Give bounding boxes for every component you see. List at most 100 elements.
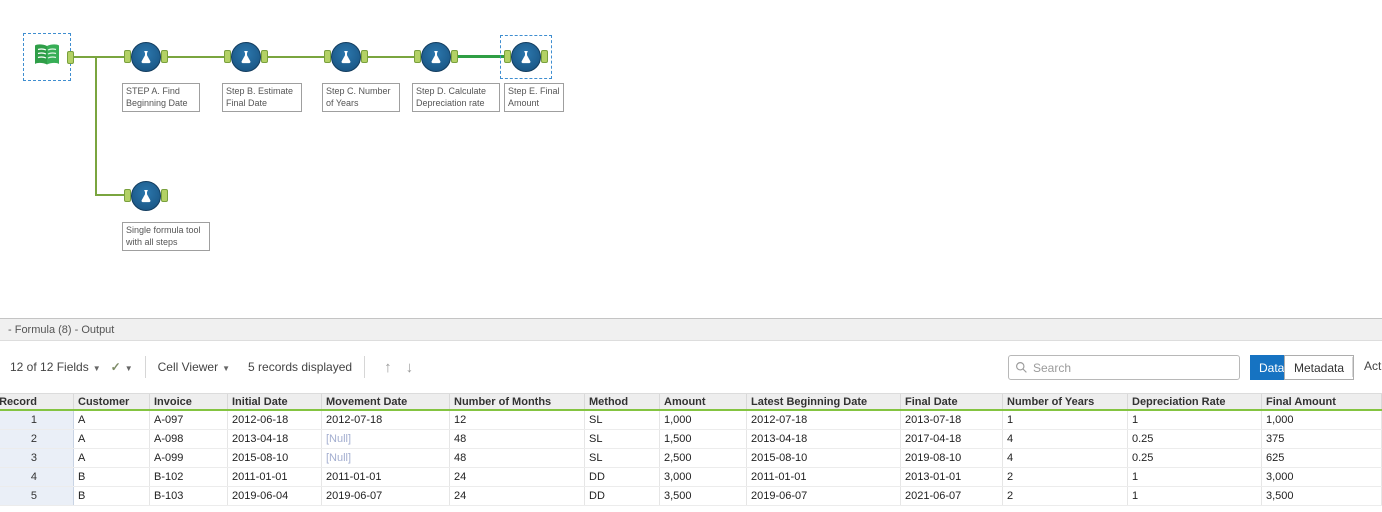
table-cell[interactable]: 24 (450, 487, 585, 505)
table-cell[interactable]: 2013-01-01 (901, 468, 1003, 486)
table-cell[interactable]: 2011-01-01 (228, 468, 322, 486)
table-cell[interactable]: 48 (450, 449, 585, 467)
table-cell[interactable]: 3,500 (660, 487, 747, 505)
table-cell[interactable]: 2011-01-01 (322, 468, 450, 486)
workflow-canvas[interactable]: STEP A. Find Beginning Date Step B. Esti… (0, 0, 1382, 318)
table-cell[interactable]: 2019-06-07 (322, 487, 450, 505)
table-cell[interactable]: 1,000 (1262, 411, 1382, 429)
column-header[interactable]: Depreciation Rate (1128, 394, 1262, 409)
column-header[interactable]: Invoice (150, 394, 228, 409)
table-cell[interactable]: 2 (1003, 487, 1128, 505)
formula-tool-single[interactable] (124, 181, 168, 211)
table-cell[interactable]: B (74, 487, 150, 505)
table-cell[interactable]: 3,000 (1262, 468, 1382, 486)
table-cell[interactable]: 48 (450, 430, 585, 448)
table-cell[interactable]: B-103 (150, 487, 228, 505)
table-cell[interactable]: A-099 (150, 449, 228, 467)
output-anchor[interactable] (161, 189, 168, 202)
table-cell[interactable]: 4 (1003, 449, 1128, 467)
input-anchor[interactable] (124, 189, 131, 202)
table-cell[interactable]: 3,500 (1262, 487, 1382, 505)
table-row[interactable]: 4 B B-102 2011-01-01 2011-01-01 24 DD 3,000 2011… (0, 468, 1382, 487)
search-box[interactable] (1008, 355, 1240, 380)
table-cell[interactable]: 2015-08-10 (747, 449, 901, 467)
column-header[interactable]: Method (585, 394, 660, 409)
table-cell[interactable]: 2013-07-18 (901, 411, 1003, 429)
tool-annotation[interactable]: Step D. Calculate Depreciation rate (412, 83, 500, 113)
tool-annotation[interactable]: Step C. Number of Years (322, 83, 400, 113)
column-header[interactable]: Initial Date (228, 394, 322, 409)
tool-annotation[interactable]: Single formula tool with all steps (122, 222, 210, 252)
search-input[interactable] (1033, 360, 1233, 375)
table-cell[interactable]: 24 (450, 468, 585, 486)
table-cell[interactable]: [Null] (322, 430, 450, 448)
connection-wire[interactable] (168, 56, 224, 58)
column-header[interactable]: Final Amount (1262, 394, 1382, 409)
table-cell[interactable]: 0.25 (1128, 430, 1262, 448)
table-cell[interactable]: A-098 (150, 430, 228, 448)
table-cell[interactable]: A (74, 430, 150, 448)
table-cell[interactable]: SL (585, 449, 660, 467)
column-header[interactable]: Number of Years (1003, 394, 1128, 409)
formula-tool-step-e[interactable] (504, 42, 548, 72)
input-anchor[interactable] (414, 50, 421, 63)
record-number-cell[interactable]: 2 (0, 430, 74, 448)
column-header[interactable]: Number of Months (450, 394, 585, 409)
table-cell[interactable]: 2013-04-18 (228, 430, 322, 448)
table-cell[interactable]: SL (585, 430, 660, 448)
table-cell[interactable]: 0.25 (1128, 449, 1262, 467)
table-cell[interactable]: 1 (1128, 468, 1262, 486)
arrow-down-icon[interactable]: ↓ (406, 359, 414, 376)
connection-wire[interactable] (95, 56, 97, 196)
input-anchor[interactable] (504, 50, 511, 63)
table-cell[interactable]: 2017-04-18 (901, 430, 1003, 448)
formula-tool-step-a[interactable] (124, 42, 168, 72)
connection-wire[interactable] (95, 194, 124, 196)
table-row[interactable]: 2 A A-098 2013-04-18 [Null] 48 SL 1,500 2013-04-… (0, 430, 1382, 449)
table-cell[interactable]: 1 (1128, 411, 1262, 429)
column-header[interactable]: Movement Date (322, 394, 450, 409)
table-cell[interactable]: 12 (450, 411, 585, 429)
tool-annotation[interactable]: Step B. Estimate Final Date (222, 83, 302, 113)
column-header[interactable]: Customer (74, 394, 150, 409)
record-number-cell[interactable]: 1 (0, 411, 74, 429)
output-anchor[interactable] (67, 51, 74, 64)
column-header[interactable]: Final Date (901, 394, 1003, 409)
connection-wire[interactable] (72, 56, 97, 58)
table-cell[interactable]: 2,500 (660, 449, 747, 467)
input-anchor[interactable] (324, 50, 331, 63)
table-row[interactable]: 5 B B-103 2019-06-04 2019-06-07 24 DD 3,500 2019… (0, 487, 1382, 506)
table-cell[interactable]: 2012-06-18 (228, 411, 322, 429)
formula-tool-step-b[interactable] (224, 42, 268, 72)
actions-button[interactable]: Actions (1364, 359, 1382, 373)
table-cell[interactable]: 2019-06-04 (228, 487, 322, 505)
table-cell[interactable]: 3,000 (660, 468, 747, 486)
table-cell[interactable]: 2012-07-18 (747, 411, 901, 429)
table-cell[interactable]: A-097 (150, 411, 228, 429)
output-anchor[interactable] (261, 50, 268, 63)
input-anchor[interactable] (224, 50, 231, 63)
record-number-cell[interactable]: 3 (0, 449, 74, 467)
column-header[interactable]: Amount (660, 394, 747, 409)
table-cell[interactable]: 375 (1262, 430, 1382, 448)
table-row[interactable]: 1 A A-097 2012-06-18 2012-07-18 12 SL 1,000 2012… (0, 411, 1382, 430)
table-cell[interactable]: 2015-08-10 (228, 449, 322, 467)
table-cell[interactable]: 4 (1003, 430, 1128, 448)
table-cell[interactable]: DD (585, 487, 660, 505)
input-data-tool[interactable] (23, 33, 74, 81)
column-header[interactable]: Latest Beginning Date (747, 394, 901, 409)
connection-wire-selected[interactable] (458, 55, 504, 58)
table-cell[interactable]: B (74, 468, 150, 486)
table-cell[interactable]: 1 (1003, 411, 1128, 429)
table-cell[interactable]: DD (585, 468, 660, 486)
table-cell[interactable]: 2013-04-18 (747, 430, 901, 448)
table-cell[interactable]: SL (585, 411, 660, 429)
output-anchor[interactable] (161, 50, 168, 63)
table-cell[interactable]: 2021-06-07 (901, 487, 1003, 505)
fields-dropdown[interactable]: 12 of 12 Fields ▼ (10, 360, 101, 374)
table-cell[interactable]: A (74, 449, 150, 467)
table-cell[interactable]: [Null] (322, 449, 450, 467)
input-anchor[interactable] (124, 50, 131, 63)
field-select-check-icon[interactable]: ✓ ▼ (111, 360, 133, 374)
output-anchor[interactable] (451, 50, 458, 63)
